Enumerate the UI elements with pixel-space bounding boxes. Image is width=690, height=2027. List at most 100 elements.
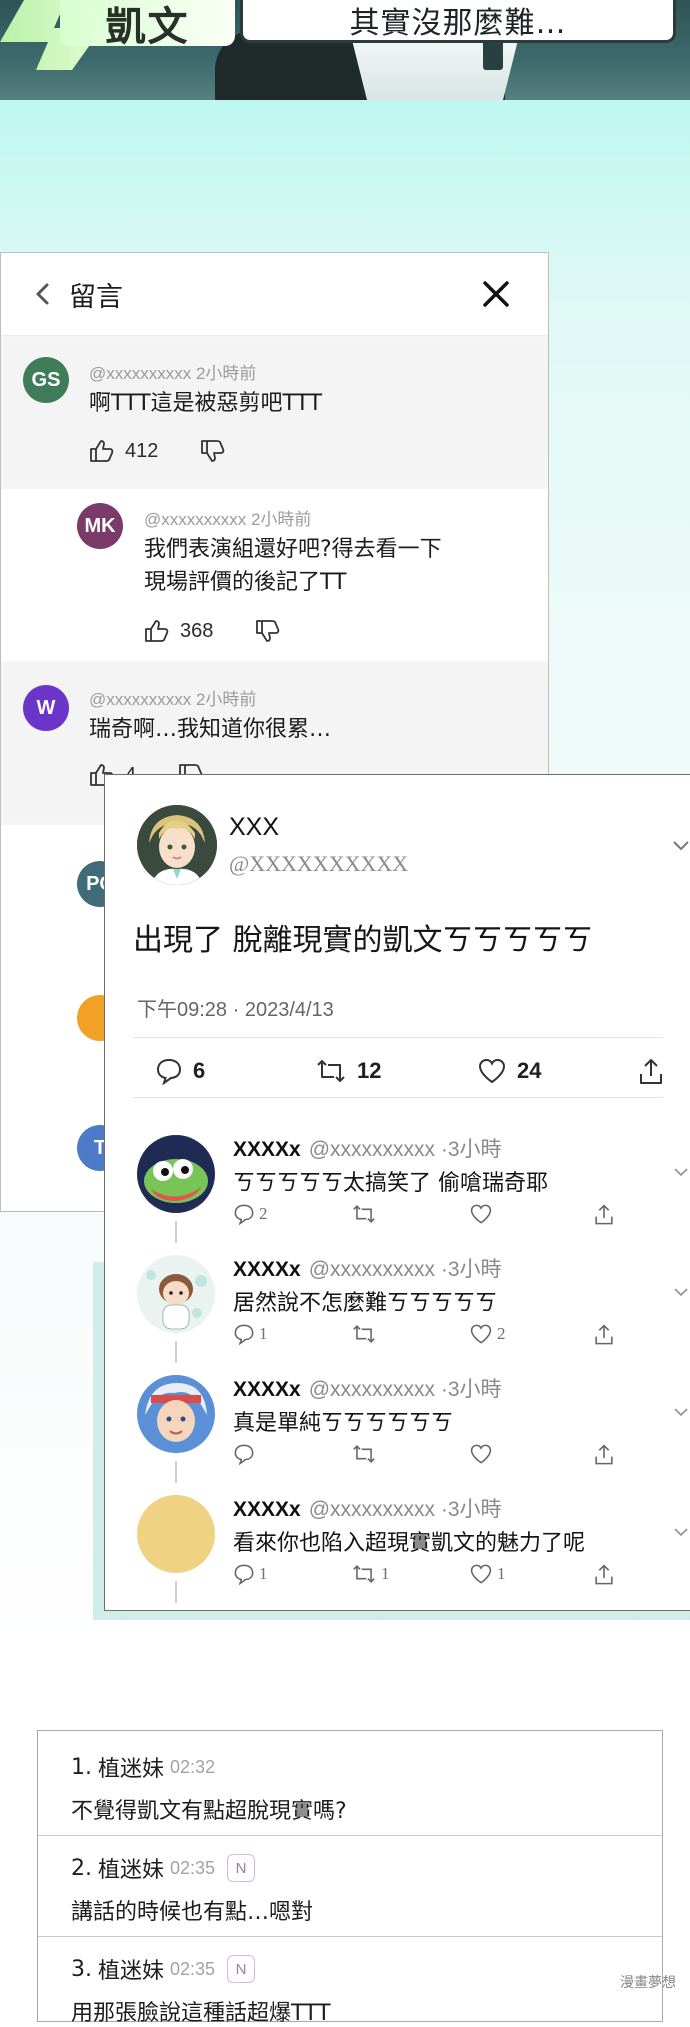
avatar: MK [77, 503, 123, 549]
like-count: 368 [180, 619, 214, 642]
comment-actions: 368 [144, 619, 281, 643]
reply-author-handle: @xxxxxxxxxx ·3小時 [308, 1378, 502, 1401]
like-count: 1 [497, 1564, 506, 1583]
reply-actions: 1 2 [233, 1323, 653, 1349]
avatar[interactable] [137, 1495, 215, 1573]
reply-icon [234, 1324, 254, 1345]
back-arrow-icon[interactable] [31, 279, 55, 309]
chevron-down-icon[interactable] [671, 835, 690, 855]
reply-count: 6 [193, 1058, 206, 1083]
retweet-button[interactable] [351, 1443, 381, 1465]
anime-avatar-icon [137, 805, 217, 885]
chat-row: 2. 植迷妹 02:35 N 講話的時候也有點…嗯對 [38, 1836, 662, 1936]
avatar[interactable] [137, 805, 217, 885]
chat-number: 1. [71, 1754, 92, 1780]
retweet-button[interactable] [351, 1323, 381, 1345]
reply-stat[interactable]: 6 [155, 1057, 205, 1085]
reply-button[interactable]: 1 [233, 1323, 268, 1345]
speaker-name: 凱文 [105, 4, 190, 50]
comments-title: 留言 [69, 282, 123, 313]
reply-header: XXXXx @xxxxxxxxxx ·3小時 [233, 1373, 502, 1403]
comment-meta: @xxxxxxxxxx 2小時前 [89, 364, 257, 383]
chevron-down-icon[interactable] [673, 1165, 689, 1179]
thumbs-up-icon[interactable] [89, 439, 115, 463]
reply-text: ㄎㄎㄎㄎㄎ太搞笑了 偷嗆瑞奇耶 [233, 1171, 548, 1196]
retweet-count: 12 [357, 1058, 382, 1083]
reply-actions [233, 1443, 653, 1469]
heart-icon [470, 1204, 492, 1224]
thread-line [175, 1581, 177, 1603]
chevron-down-icon[interactable] [673, 1285, 689, 1299]
chat-number: 2. [71, 1855, 92, 1881]
retweet-icon [353, 1445, 375, 1463]
retweet-button[interactable] [351, 1203, 381, 1225]
chat-username[interactable]: 植迷妹 [98, 1953, 164, 1985]
comment-item: GS @xxxxxxxxxx 2小時前 啊TTT這是被惡剪吧TTT 412 [1, 337, 548, 487]
reply-author-name[interactable]: XXXXx [233, 1378, 301, 1401]
share-button[interactable] [593, 1323, 615, 1347]
retweet-stat[interactable]: 12 [315, 1057, 381, 1085]
reply-icon [156, 1058, 182, 1085]
chat-row: 3. 植迷妹 02:35 N 用那張臉說這種話超爆TTT [38, 1937, 662, 2026]
share-button[interactable] [593, 1203, 615, 1227]
retweet-icon [317, 1060, 345, 1082]
close-icon[interactable] [479, 277, 513, 311]
tweet-author-name[interactable]: XXX [229, 813, 279, 842]
reply-text: 居然說不怎麼難ㄎㄎㄎㄎㄎ [233, 1291, 498, 1316]
speech-text: 其實沒那麼難… [349, 6, 567, 41]
thread-line [175, 1341, 177, 1363]
reply-count: 1 [259, 1324, 268, 1343]
like-button[interactable]: 2 [469, 1323, 506, 1345]
share-button[interactable] [593, 1443, 615, 1467]
share-button[interactable] [593, 1563, 615, 1587]
like-count: 2 [497, 1324, 506, 1343]
chat-username[interactable]: 植迷妹 [98, 1751, 164, 1783]
chat-message: 講話的時候也有點…嗯對 [71, 1900, 314, 1925]
reply-icon [234, 1204, 254, 1225]
chat-list: 1. 植迷妹 02:32 不覺得凱文有點超脫現實嗎? 2. 植迷妹 02:35 … [37, 1730, 663, 2026]
reply-text: 真是單純ㄎㄎㄎㄎㄎㄎ [233, 1411, 454, 1436]
heart-icon [470, 1444, 492, 1464]
like-button[interactable]: 1 [469, 1563, 506, 1585]
reply-count: 1 [259, 1564, 268, 1583]
comment-text: 現場評價的後記了TT [144, 570, 347, 595]
reply-icon [234, 1564, 254, 1585]
thumbs-up-icon[interactable] [144, 619, 170, 643]
avatar[interactable] [137, 1255, 215, 1333]
chat-time: 02:35 [170, 1958, 216, 1979]
reply-button[interactable] [233, 1443, 259, 1465]
reply-author-name[interactable]: XXXXx [233, 1498, 301, 1521]
comment-text: 啊TTT這是被惡剪吧TTT [89, 391, 323, 416]
reply-author-name[interactable]: XXXXx [233, 1258, 301, 1281]
thumbs-down-icon[interactable] [255, 619, 281, 643]
reply-button[interactable]: 2 [233, 1203, 268, 1225]
chat-time: 02:32 [170, 1756, 216, 1777]
retweet-count: 1 [381, 1564, 390, 1583]
like-button[interactable] [469, 1443, 497, 1465]
thread-line [175, 1461, 177, 1483]
avatar: W [23, 685, 69, 731]
avatar[interactable] [137, 1135, 215, 1213]
tweet-text: 出現了 脫離現實的凱文ㄎㄎㄎㄎㄎ [133, 923, 593, 958]
reply-button[interactable]: 1 [233, 1563, 268, 1585]
retweet-icon [353, 1565, 375, 1583]
reply-header: XXXXx @xxxxxxxxxx ·3小時 [233, 1493, 502, 1523]
chevron-down-icon[interactable] [673, 1405, 689, 1419]
like-button[interactable] [469, 1203, 497, 1225]
chat-username[interactable]: 植迷妹 [98, 1852, 164, 1884]
retweet-icon [353, 1325, 375, 1343]
reply-author-name[interactable]: XXXXx [233, 1138, 301, 1161]
avatar[interactable] [137, 1375, 215, 1453]
tweet-reply: XXXXx @xxxxxxxxxx ·3小時 看來你也陷入超現實凱文的魅力了呢 1… [105, 1487, 690, 1605]
thumbs-down-icon[interactable] [200, 439, 226, 463]
comment-meta: @xxxxxxxxxx 2小時前 [144, 510, 312, 529]
retweet-button[interactable]: 1 [351, 1563, 390, 1585]
chevron-down-icon[interactable] [673, 1525, 689, 1539]
tweet-author-handle[interactable]: @XXXXXXXXXX [229, 851, 408, 877]
chat-row: 1. 植迷妹 02:32 不覺得凱文有點超脫現實嗎? [38, 1731, 662, 1835]
share-icon [595, 1444, 613, 1465]
speech-box: 其實沒那麼難… [240, 0, 676, 43]
comment-meta: @xxxxxxxxxx 2小時前 [89, 690, 257, 709]
share-icon[interactable] [637, 1057, 665, 1087]
like-stat[interactable]: 24 [477, 1057, 541, 1085]
